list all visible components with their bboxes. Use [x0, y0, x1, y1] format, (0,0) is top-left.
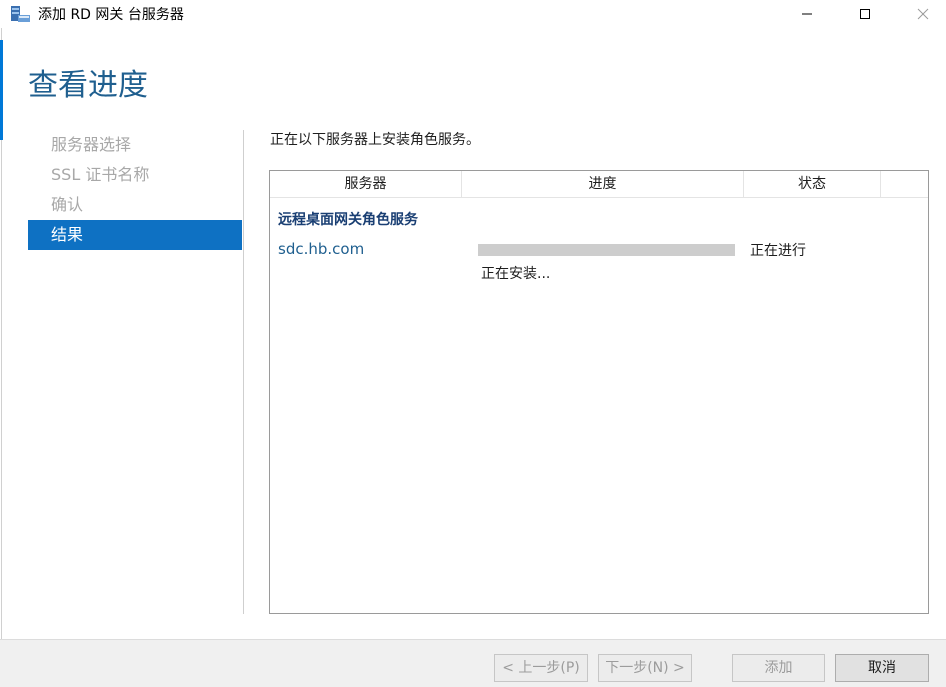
wizard-nav: 服务器选择 SSL 证书名称 确认 结果	[28, 130, 242, 250]
page-title: 查看进度	[28, 68, 148, 103]
nav-item-ssl-certificate-name: SSL 证书名称	[51, 165, 150, 184]
window-title: 添加 RD 网关 台服务器	[38, 7, 184, 23]
nav-item-results[interactable]: 结果	[28, 220, 242, 250]
next-button[interactable]: 下一步(N) >	[598, 654, 692, 682]
progress-detail: 正在安装...	[481, 266, 551, 282]
window-accent-edge	[0, 40, 3, 140]
list-header: 服务器 进度 状态	[270, 171, 928, 198]
status-text: 正在进行	[750, 243, 806, 259]
previous-button[interactable]: < 上一步(P)	[494, 654, 588, 682]
title-bar: 添加 RD 网关 台服务器	[0, 0, 946, 28]
progress-fill	[478, 244, 735, 256]
minimize-icon[interactable]	[784, 0, 830, 28]
progress-bar	[478, 244, 735, 256]
group-title: 远程桌面网关角色服务	[278, 212, 418, 228]
progress-list[interactable]: 服务器 进度 状态 远程桌面网关角色服务 sdc.hb.com 正在进行 正在安…	[269, 170, 929, 614]
server-name: sdc.hb.com	[278, 240, 365, 258]
add-button[interactable]: 添加	[732, 654, 825, 682]
intro-text: 正在以下服务器上安装角色服务。	[270, 132, 480, 148]
maximize-icon[interactable]	[842, 0, 888, 28]
server-manager-icon	[10, 4, 32, 24]
cancel-button[interactable]: 取消	[835, 654, 929, 682]
nav-divider	[243, 130, 244, 614]
footer-bar: < 上一步(P) 下一步(N) > 添加 取消	[0, 639, 946, 687]
column-header-progress[interactable]: 进度	[462, 171, 744, 198]
nav-item-confirmation: 确认	[51, 195, 84, 214]
column-header-server[interactable]: 服务器	[270, 171, 462, 198]
nav-item-server-selection: 服务器选择	[51, 135, 132, 154]
column-header-status[interactable]: 状态	[744, 171, 881, 198]
close-icon[interactable]	[900, 0, 946, 28]
